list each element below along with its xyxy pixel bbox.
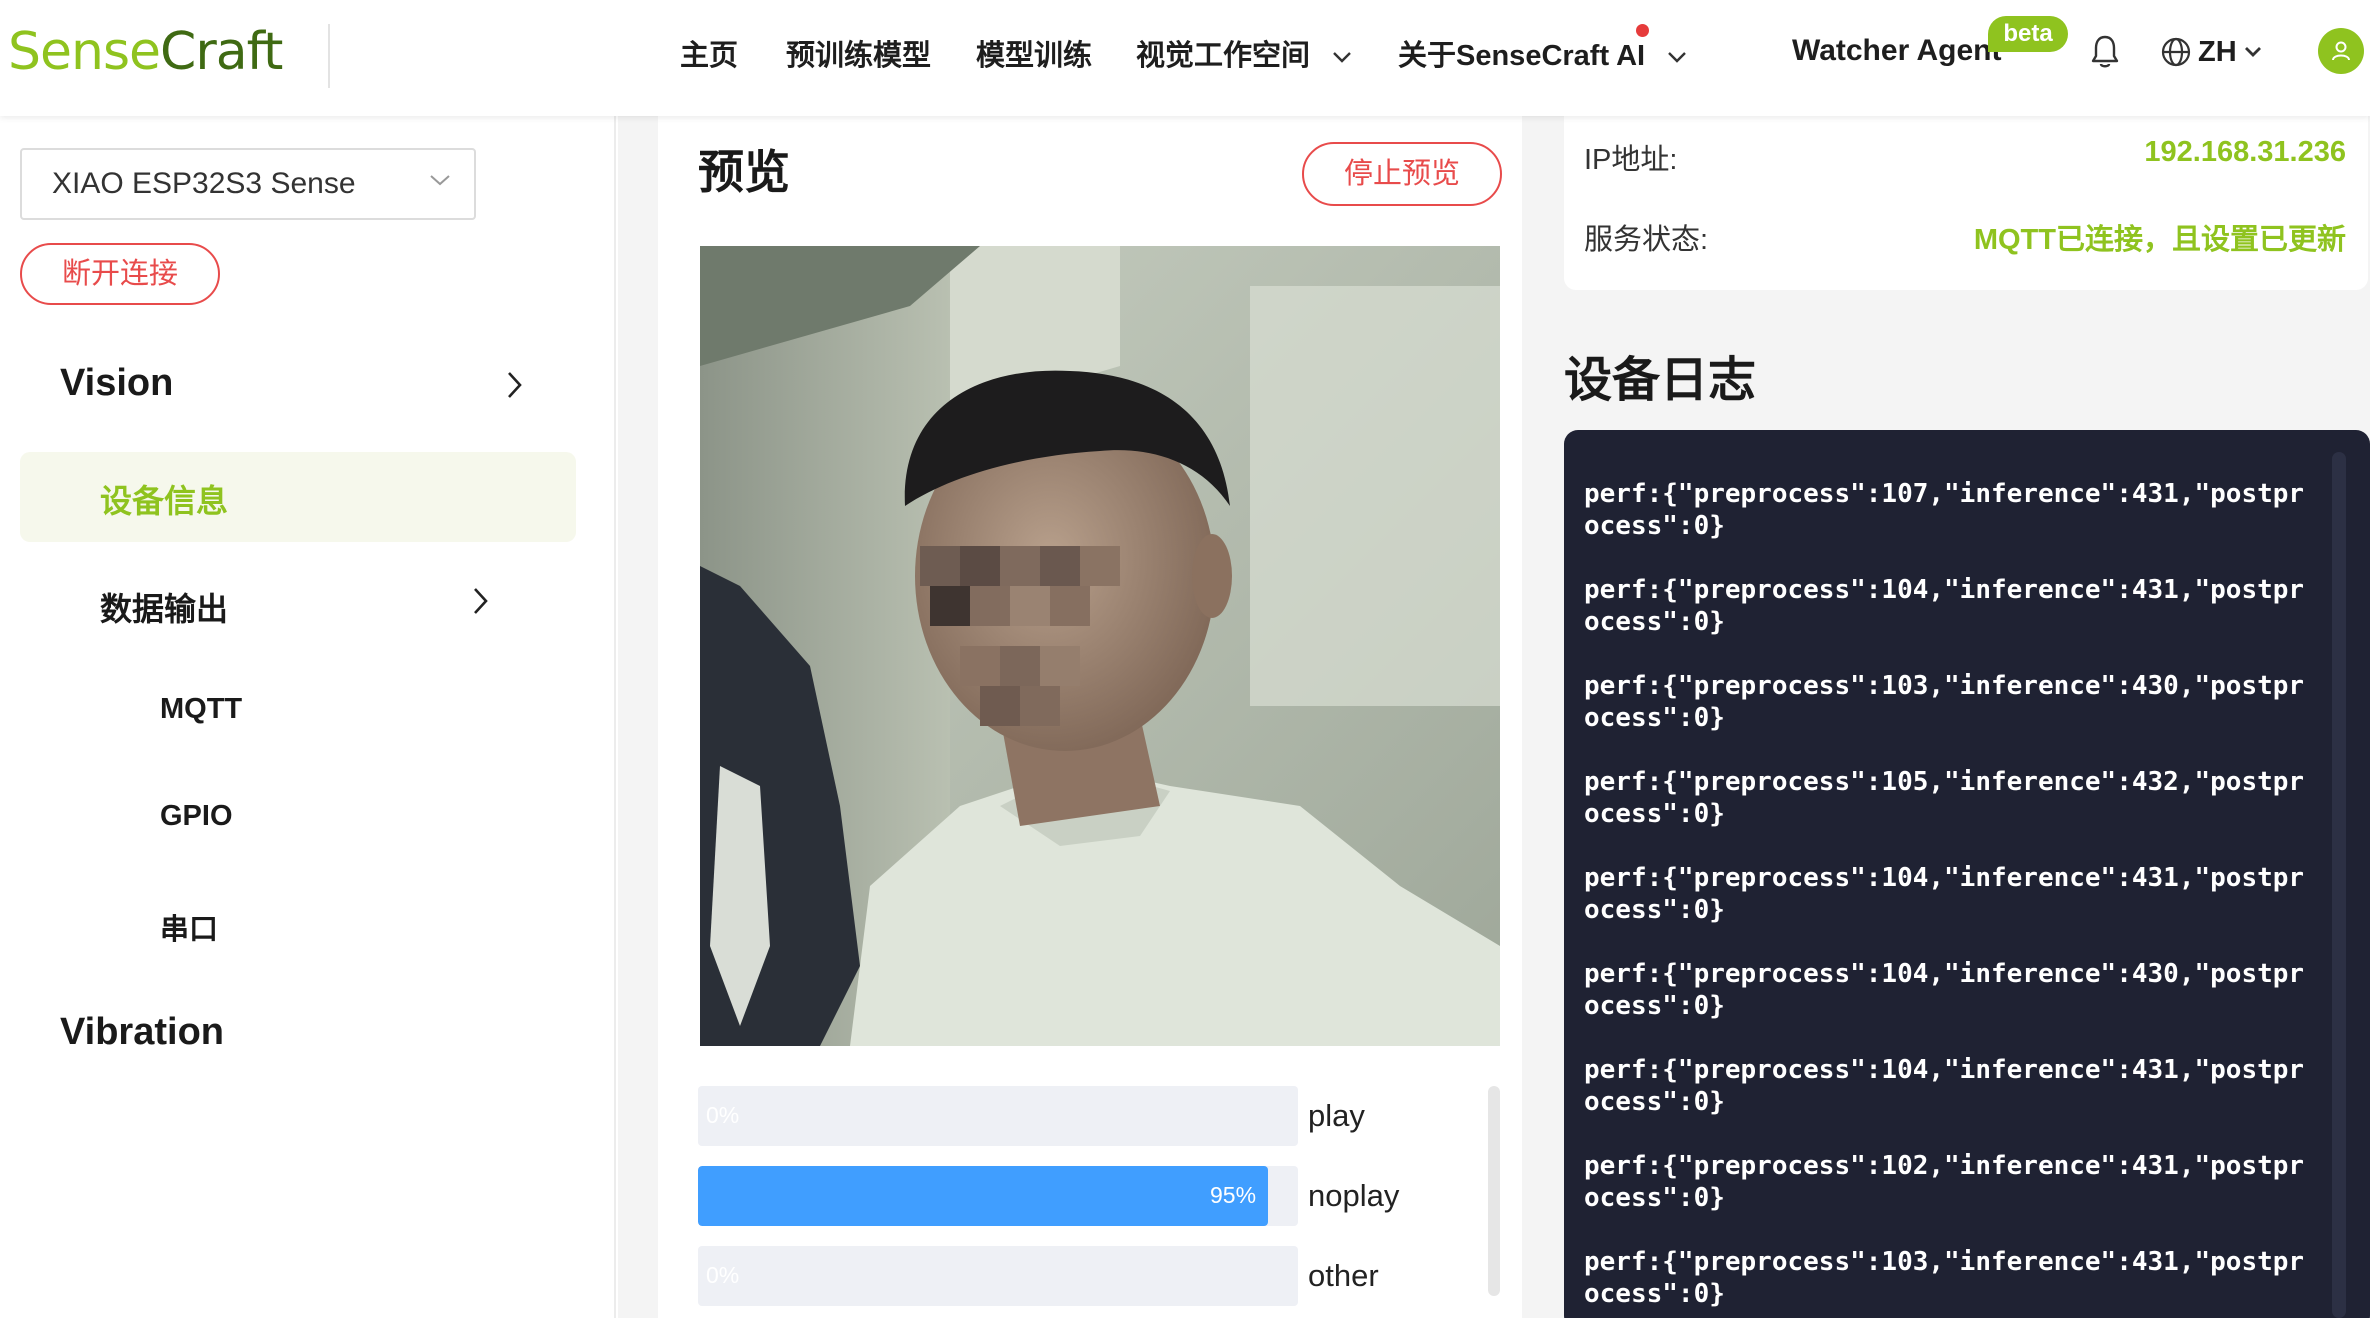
nav-home[interactable]: 主页 xyxy=(680,32,738,72)
class-label-other: other xyxy=(1308,1258,1379,1293)
sensecraft-logo[interactable]: SenseCraft xyxy=(8,22,283,82)
log-line: perf:{"preprocess":104,"inference":431,"… xyxy=(1584,575,2305,637)
log-line: perf:{"preprocess":104,"inference":431,"… xyxy=(1584,1055,2305,1117)
sidebar-item-data-output[interactable]: 数据输出 xyxy=(100,584,228,630)
sidebar-item-gpio[interactable]: GPIO xyxy=(160,800,233,833)
user-icon xyxy=(2332,41,2350,61)
chevron-down-icon xyxy=(1333,52,1351,64)
device-log-lines: perf:{"preprocess":107,"inference":431,"… xyxy=(1584,478,2316,1318)
top-header: SenseCraft 主页 预训练模型 模型训练 视觉工作空间 关于SenseC… xyxy=(0,0,2370,116)
nav-vision-workspace-label: 视觉工作空间 xyxy=(1136,40,1311,72)
log-line: perf:{"preprocess":103,"inference":431,"… xyxy=(1584,1247,2305,1309)
chevron-right-icon xyxy=(474,588,488,614)
nav-pretrained-models-label: 预训练模型 xyxy=(786,40,932,72)
logo-divider xyxy=(328,24,330,88)
nav-model-training[interactable]: 模型训练 xyxy=(976,32,1092,72)
service-status-label: 服务状态: xyxy=(1584,224,1709,256)
service-status-value: MQTT已连接，且设置已更新 xyxy=(1973,224,2346,256)
nav-about-sensecraft-label: 关于SenseCraft AI xyxy=(1398,40,1646,72)
chevron-down-icon xyxy=(2244,47,2261,57)
chevron-down-icon xyxy=(1668,52,1687,64)
language-switcher[interactable]: ZH xyxy=(2160,34,2263,70)
nav-model-training-label: 模型训练 xyxy=(976,40,1093,72)
log-line: perf:{"preprocess":102,"inference":431,"… xyxy=(1584,1151,2305,1213)
class-bar-percent: 0% xyxy=(706,1102,740,1128)
sidebar-item-mqtt-label: MQTT xyxy=(160,693,243,725)
stop-preview-button[interactable]: 停止预览 xyxy=(1302,142,1502,206)
watcher-agent-label: Watcher Agent xyxy=(1792,34,2002,67)
sidebar-item-gpio-label: GPIO xyxy=(160,800,233,832)
sidebar-item-serial-label: 串口 xyxy=(160,914,219,946)
chevron-down-icon xyxy=(430,175,450,186)
device-select-value: XIAO ESP32S3 Sense xyxy=(52,167,356,200)
sidebar-item-mqtt[interactable]: MQTT xyxy=(160,693,242,726)
class-bar-track: 0% xyxy=(698,1246,1298,1306)
sidebar-item-vision-label: Vision xyxy=(60,362,174,404)
sidebar-item-device-info[interactable]: 设备信息 xyxy=(20,452,576,542)
class-bar-fill xyxy=(698,1166,1268,1226)
nav-about-sensecraft[interactable]: 关于SenseCraft AI xyxy=(1398,32,1687,72)
preview-title: 预览 xyxy=(698,146,790,198)
globe-icon xyxy=(2161,37,2191,67)
device-select[interactable]: XIAO ESP32S3 Sense xyxy=(20,148,476,220)
ip-label: IP地址: xyxy=(1584,144,1678,176)
log-line: perf:{"preprocess":105,"inference":432,"… xyxy=(1584,767,2305,829)
device-log-scrollbar[interactable] xyxy=(2332,452,2346,1318)
sidebar-item-device-info-label: 设备信息 xyxy=(100,483,229,519)
camera-preview-image xyxy=(700,246,1500,1046)
log-line: perf:{"preprocess":104,"inference":431,"… xyxy=(1584,863,2305,925)
bell-icon[interactable] xyxy=(2090,34,2120,75)
chevron-right-icon xyxy=(508,372,522,398)
watcher-agent-link[interactable]: Watcher Agent xyxy=(1792,34,2001,68)
class-list-scrollbar[interactable] xyxy=(1488,1086,1500,1296)
sidebar-item-vibration-label: Vibration xyxy=(60,1011,224,1053)
disconnect-button[interactable]: 断开连接 xyxy=(20,243,220,305)
class-bar-percent: 95% xyxy=(1210,1182,1257,1208)
nav-home-label: 主页 xyxy=(680,40,739,72)
user-avatar[interactable] xyxy=(2318,28,2364,74)
sidebar-item-vibration[interactable]: Vibration xyxy=(60,1011,224,1054)
class-bar-percent: 0% xyxy=(706,1262,740,1288)
sidebar-item-serial[interactable]: 串口 xyxy=(160,906,218,948)
log-line: perf:{"preprocess":104,"inference":430,"… xyxy=(1584,959,2305,1021)
notification-dot xyxy=(1636,24,1649,37)
nav-pretrained-models[interactable]: 预训练模型 xyxy=(786,32,931,72)
log-line: perf:{"preprocess":103,"inference":430,"… xyxy=(1584,671,2305,733)
class-label-noplay: noplay xyxy=(1308,1178,1400,1213)
class-label-play: play xyxy=(1308,1098,1365,1133)
ip-value: 192.168.31.236 xyxy=(2144,136,2346,168)
class-bar-track: 95% xyxy=(698,1166,1298,1226)
sidebar-item-data-output-label: 数据输出 xyxy=(100,591,229,627)
nav-vision-workspace[interactable]: 视觉工作空间 xyxy=(1136,32,1352,72)
device-info-card: IP地址: 192.168.31.236 服务状态: MQTT已连接，且设置已更… xyxy=(1564,116,2368,290)
log-line: perf:{"preprocess":107,"inference":431,"… xyxy=(1584,479,2305,541)
logo-text-sense: Sense xyxy=(8,22,161,82)
beta-badge: beta xyxy=(1988,16,2068,52)
language-label: ZH xyxy=(2198,35,2237,68)
logo-text-craft: Craft xyxy=(160,22,283,82)
class-bar-track: 0% xyxy=(698,1086,1298,1146)
sidebar: XIAO ESP32S3 Sense 断开连接 Vision 设备信息 数据输出… xyxy=(0,116,616,1318)
device-log-title: 设备日志 xyxy=(1564,354,1757,407)
sidebar-item-vision[interactable]: Vision xyxy=(60,362,173,405)
